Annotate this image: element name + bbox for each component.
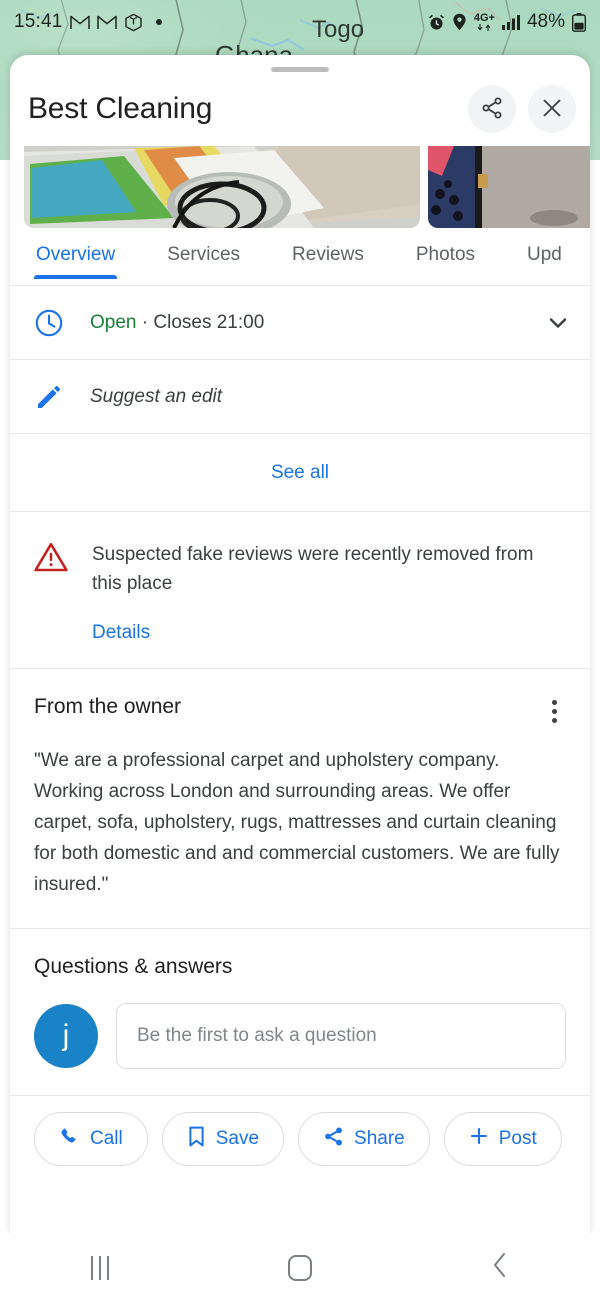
home-button[interactable]	[200, 1254, 400, 1281]
place-details-sheet: Best Cleaning Overview Services Reviews …	[10, 55, 590, 1235]
tab-updates[interactable]: Upd	[527, 228, 562, 266]
call-label: Call	[90, 1128, 123, 1149]
share-icon	[323, 1126, 344, 1153]
hours-detail: · Closes 21:00	[141, 311, 265, 333]
owner-section-title: From the owner	[34, 695, 182, 718]
from-the-owner-section: From the owner "We are a professional ca…	[10, 669, 590, 929]
phone-icon	[59, 1126, 80, 1153]
page-title: Best Cleaning	[28, 92, 213, 125]
post-label: Post	[498, 1128, 537, 1149]
save-label: Save	[215, 1128, 260, 1149]
alarm-icon	[428, 14, 445, 31]
share-icon	[480, 96, 504, 123]
avatar: j	[34, 1004, 98, 1068]
suggest-edit-label: Suggest an edit	[90, 385, 223, 407]
back-button[interactable]	[400, 1251, 600, 1284]
pencil-icon	[34, 382, 90, 412]
share-label: Share	[354, 1128, 405, 1149]
business-photo-1[interactable]	[24, 146, 420, 228]
fake-reviews-warning: Suspected fake reviews were recently rem…	[10, 512, 590, 669]
owner-header: From the owner	[34, 695, 568, 723]
status-bar-left: 15:41	[14, 11, 162, 33]
tab-photos[interactable]: Photos	[416, 228, 475, 266]
hours-row[interactable]: Open · Closes 21:00	[10, 286, 590, 360]
status-time: 15:41	[14, 11, 63, 32]
ask-question-input[interactable]: Be the first to ask a question	[116, 1003, 566, 1069]
photo-strip[interactable]	[10, 146, 590, 228]
see-all-row[interactable]: See all	[10, 434, 590, 512]
package-cube-icon	[124, 13, 143, 32]
back-icon	[490, 1251, 510, 1284]
close-icon	[541, 97, 563, 122]
recents-button[interactable]	[0, 1255, 200, 1280]
share-button[interactable]	[468, 85, 516, 133]
status-bar-right: 4G+ 48%	[428, 11, 586, 33]
see-all-link[interactable]: See all	[271, 462, 329, 484]
sheet-header: Best Cleaning	[10, 72, 590, 146]
close-button[interactable]	[528, 85, 576, 133]
signal-bars-icon	[501, 14, 520, 30]
tab-overview[interactable]: Overview	[33, 228, 118, 279]
hours-text: Open · Closes 21:00	[90, 312, 544, 334]
owner-description: "We are a professional carpet and uphols…	[34, 750, 560, 895]
more-vertical-icon[interactable]	[540, 695, 568, 723]
suggest-edit-row[interactable]: Suggest an edit	[10, 360, 590, 434]
gmail-icon	[69, 14, 90, 30]
share-chip-button[interactable]: Share	[298, 1112, 430, 1166]
questions-answers-section: Questions & answers j Be the first to as…	[10, 929, 590, 1096]
tab-reviews[interactable]: Reviews	[292, 228, 364, 266]
post-button[interactable]: Post	[443, 1112, 562, 1166]
warning-triangle-icon	[34, 540, 92, 644]
network-label: 4G+	[473, 12, 495, 24]
network-type-icon: 4G+	[474, 13, 495, 31]
battery-icon	[572, 12, 586, 32]
call-button[interactable]: Call	[34, 1112, 148, 1166]
status-bar: 15:41 4G+ 48%	[0, 0, 600, 44]
plus-icon	[469, 1126, 489, 1152]
notification-dot	[155, 19, 162, 25]
android-nav-bar	[0, 1235, 600, 1299]
recents-icon	[91, 1255, 109, 1280]
phone-screen: Togo Ghana 15:41 4G+	[0, 0, 600, 1299]
open-status: Open	[90, 311, 137, 333]
home-icon	[288, 1254, 312, 1281]
warning-body: Suspected fake reviews were recently rem…	[92, 540, 568, 644]
bookmark-icon	[187, 1126, 206, 1153]
warning-details-link[interactable]: Details	[92, 622, 150, 644]
clock-icon	[34, 308, 90, 338]
gmail-icon	[96, 14, 117, 30]
business-photo-2[interactable]	[428, 146, 590, 228]
action-bar: Call Save Share Post	[10, 1096, 590, 1184]
tab-services[interactable]: Services	[167, 228, 240, 266]
qna-section-title: Questions & answers	[34, 955, 233, 978]
chevron-down-icon[interactable]	[544, 312, 572, 334]
save-button[interactable]: Save	[161, 1112, 285, 1166]
location-pin-icon	[452, 13, 467, 31]
battery-percent: 48%	[526, 11, 565, 32]
warning-text: Suspected fake reviews were recently rem…	[92, 544, 534, 594]
qna-ask-row: j Be the first to ask a question	[34, 1003, 566, 1069]
tab-bar: Overview Services Reviews Photos Upd	[10, 228, 590, 286]
